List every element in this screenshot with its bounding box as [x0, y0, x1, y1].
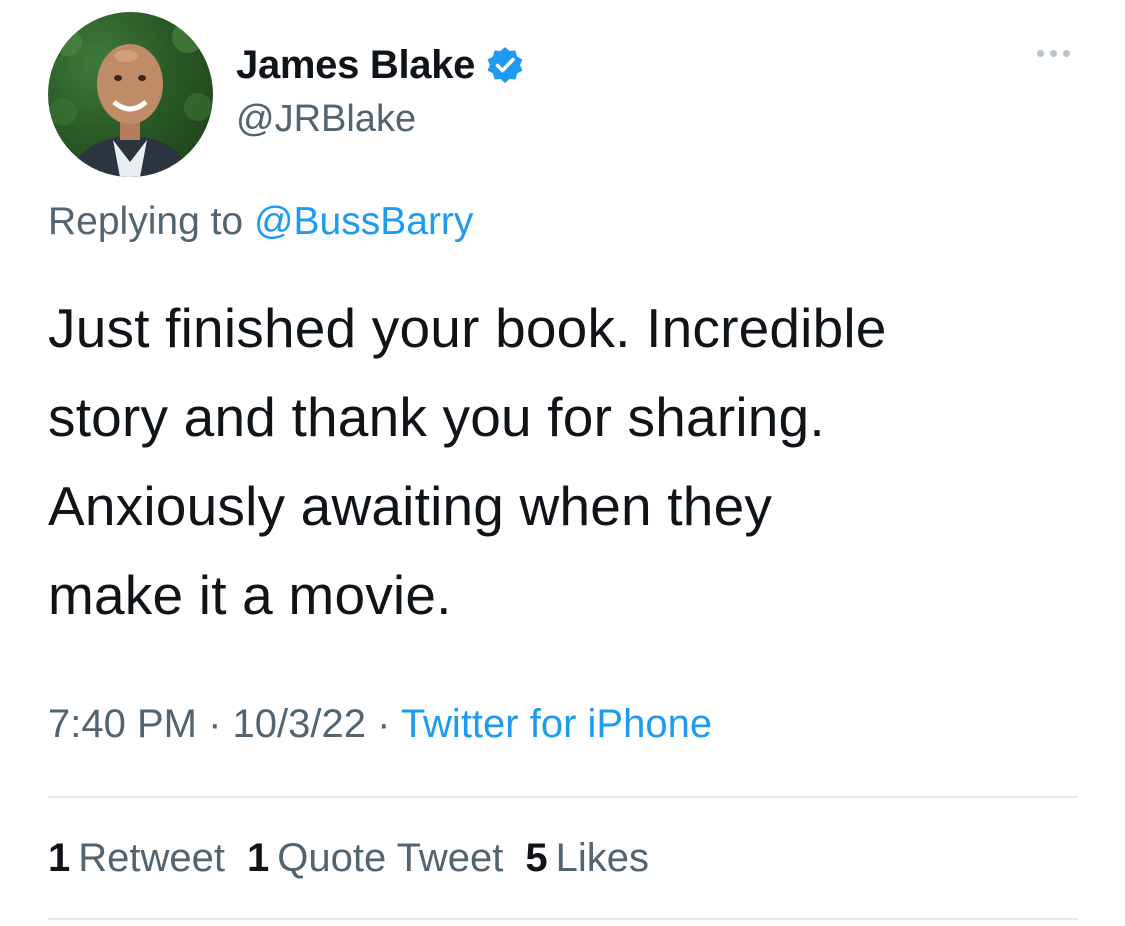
reply-mention-link[interactable]: @BussBarry — [254, 200, 473, 243]
tweet-text-line: story and thank you for sharing. — [48, 386, 825, 448]
retweets-stat[interactable]: 1 Retweet — [48, 836, 225, 881]
quote-tweets-count: 1 — [247, 836, 270, 880]
display-name-row[interactable]: James Blake — [236, 40, 525, 90]
replying-to: Replying to @BussBarry — [48, 200, 473, 244]
divider — [48, 918, 1078, 920]
display-name[interactable]: James Blake — [236, 43, 475, 88]
separator: · — [365, 702, 401, 746]
dot — [1050, 50, 1057, 57]
tweet-text-line: Anxiously awaiting when they — [48, 475, 773, 537]
tweet-detail: James Blake @JRBlake Replying to @BussBa… — [0, 0, 1125, 926]
separator: · — [196, 702, 233, 746]
divider — [48, 796, 1078, 798]
replying-to-label: Replying to — [48, 200, 254, 243]
avatar[interactable] — [48, 12, 213, 177]
verified-badge-icon — [485, 45, 525, 85]
avatar-image — [49, 21, 212, 177]
tweet-text-line: Just finished your book. Incredible — [48, 297, 887, 359]
retweets-label: Retweet — [78, 836, 225, 880]
quote-tweets-stat[interactable]: 1 Quote Tweet — [247, 836, 503, 881]
user-handle[interactable]: @JRBlake — [236, 98, 416, 141]
likes-label: Likes — [555, 836, 649, 880]
tweet-stats: 1 Retweet 1 Quote Tweet 5 Likes — [48, 836, 649, 881]
dot — [1063, 50, 1070, 57]
tweet-text: Just finished your book. Incredible stor… — [48, 284, 1088, 640]
retweets-count: 1 — [48, 836, 71, 880]
likes-count: 5 — [525, 836, 548, 880]
tweet-meta: 7:40 PM · 10/3/22 · Twitter for iPhone — [48, 702, 712, 747]
tweet-time[interactable]: 7:40 PM — [48, 702, 197, 746]
dot — [1037, 50, 1044, 57]
tweet-text-line: make it a movie. — [48, 564, 452, 626]
tweet-date[interactable]: 10/3/22 — [233, 702, 366, 746]
quote-tweets-label: Quote Tweet — [277, 836, 504, 880]
more-options-icon[interactable] — [1037, 50, 1070, 57]
likes-stat[interactable]: 5 Likes — [525, 836, 649, 881]
tweet-source-link[interactable]: Twitter for iPhone — [401, 702, 712, 746]
